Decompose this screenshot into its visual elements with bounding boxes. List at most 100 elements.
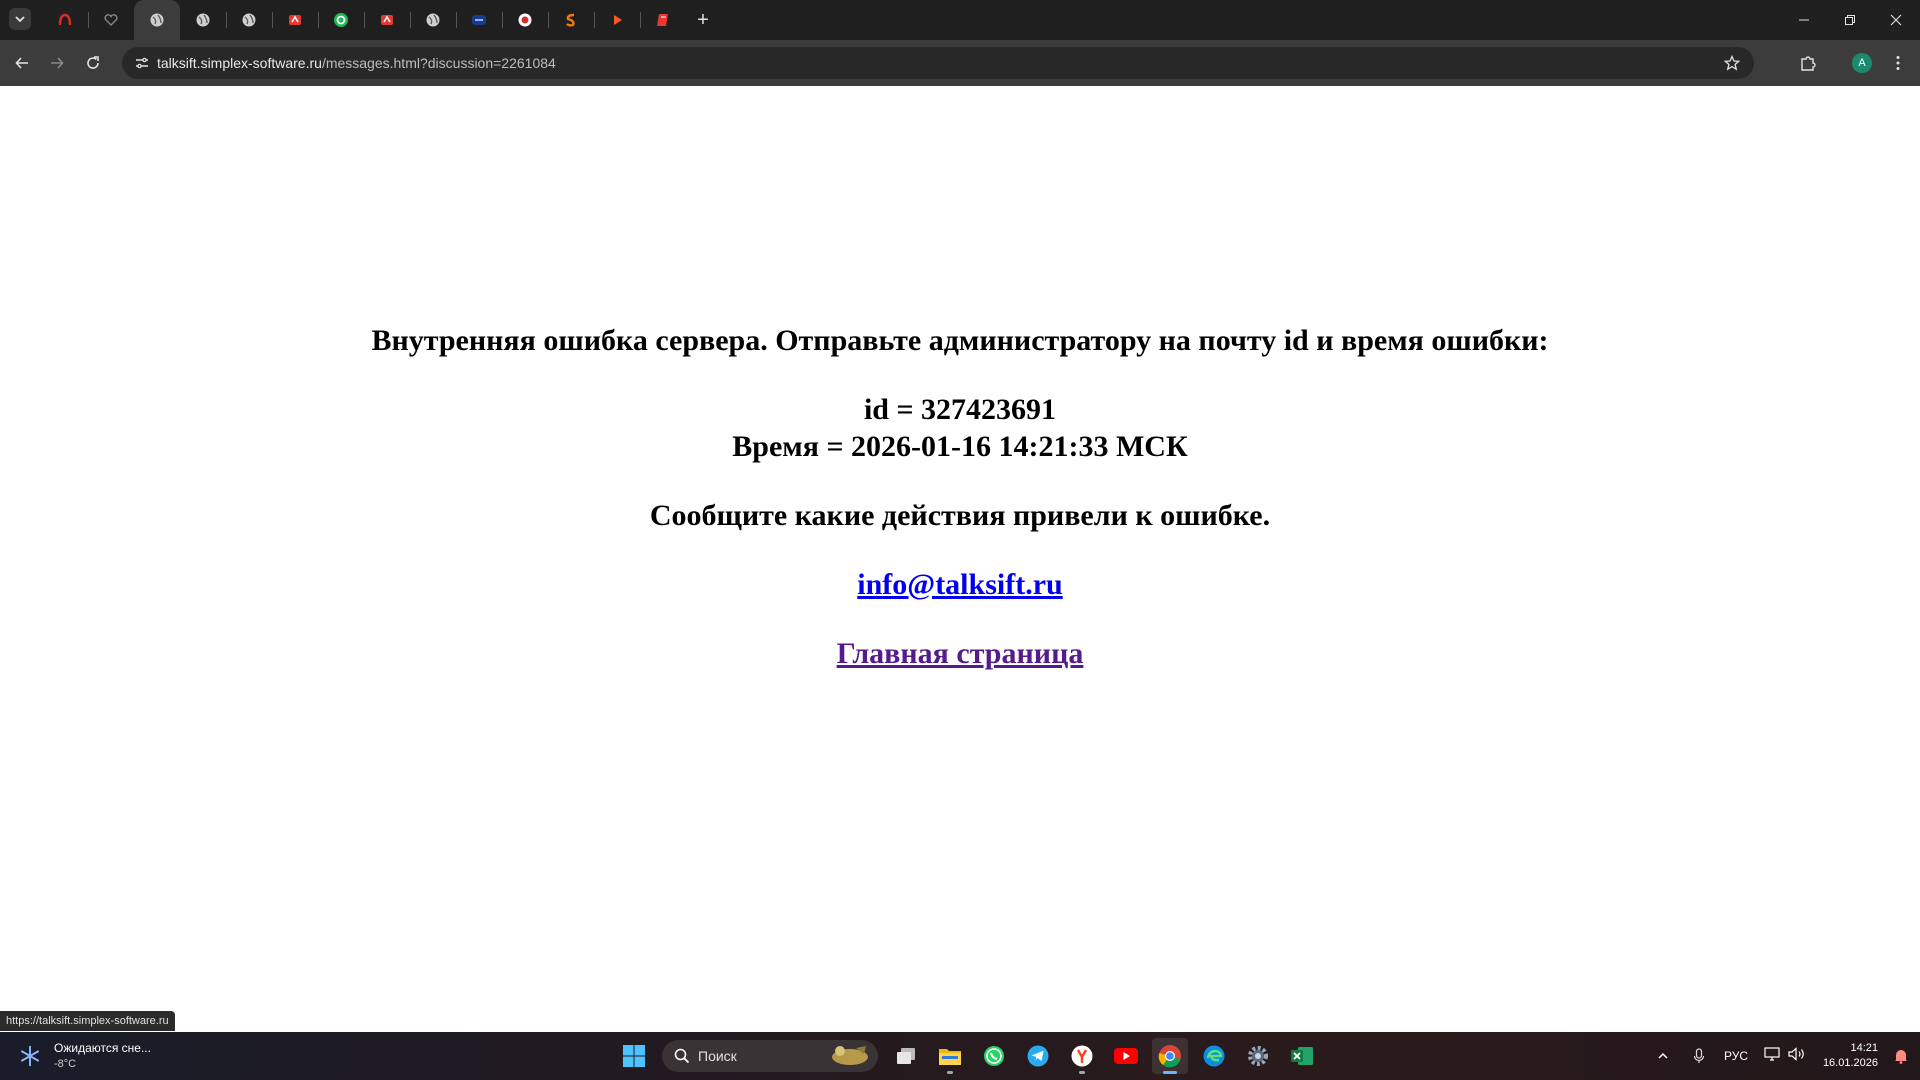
error-heading: Внутренняя ошибка сервера. Отправьте адм… [371, 324, 1549, 357]
taskbar: Ожидаются сне... -8°C Поиск РУС 14:21 16… [0, 1032, 1920, 1080]
bookmark-button[interactable] [1722, 53, 1742, 73]
record-icon [517, 12, 533, 28]
arrow-left-icon [15, 57, 28, 69]
tab-5[interactable] [226, 0, 272, 40]
tab-1[interactable] [42, 0, 88, 40]
tab-11[interactable] [502, 0, 548, 40]
close-icon [1890, 14, 1902, 26]
clock[interactable]: 14:21 16.01.2026 [1823, 1041, 1878, 1071]
edge-icon [1203, 1045, 1225, 1067]
tab-12[interactable] [548, 0, 594, 40]
tray-overflow-button[interactable] [1650, 1050, 1676, 1062]
tab-14[interactable] [640, 0, 686, 40]
microphone-icon [1693, 1048, 1705, 1063]
excel-icon [1291, 1047, 1313, 1065]
yandex-icon [1071, 1045, 1093, 1067]
green-circle-icon [333, 12, 349, 28]
chevron-up-icon [1658, 1052, 1668, 1059]
blue-badge-icon [471, 12, 487, 28]
tab-list: + [42, 0, 720, 40]
chrome-button[interactable] [1152, 1038, 1188, 1074]
page-viewport: Внутренняя ошибка сервера. Отправьте адм… [0, 86, 1920, 1032]
tab-9[interactable] [410, 0, 456, 40]
gear-icon [1248, 1046, 1268, 1066]
windows-logo-icon [623, 1045, 645, 1067]
globe-icon [149, 12, 165, 28]
youtube-icon [1114, 1048, 1138, 1064]
red-app-icon [379, 12, 395, 28]
taskbar-search[interactable]: Поиск [662, 1040, 878, 1072]
error-content: Внутренняя ошибка сервера. Отправьте адм… [0, 322, 1920, 672]
url-host: talksift.simplex-software.ru [157, 55, 322, 71]
network-button[interactable] [1764, 1046, 1780, 1066]
folder-icon [939, 1049, 961, 1065]
weather-widget[interactable]: Ожидаются сне... -8°C [18, 1040, 151, 1072]
youtube-button[interactable] [1108, 1038, 1144, 1074]
home-page-link[interactable]: Главная страница [837, 637, 1084, 670]
chrome-icon [1158, 1045, 1181, 1068]
url-path: /messages.html?discussion=2261084 [321, 55, 556, 71]
tab-7[interactable] [318, 0, 364, 40]
orange-s-icon [563, 12, 579, 28]
globe-icon [241, 12, 257, 28]
weather-title: Ожидаются сне... [54, 1041, 151, 1055]
tab-search-button[interactable] [9, 8, 31, 30]
task-view-icon [897, 1048, 915, 1064]
tab-13[interactable] [594, 0, 640, 40]
address-bar[interactable]: talksift.simplex-software.ru/messages.ht… [122, 47, 1754, 79]
chevron-down-icon [15, 16, 25, 23]
kebab-menu-icon [1896, 56, 1900, 70]
orange-play-icon [609, 12, 625, 28]
notifications-button[interactable] [1894, 1048, 1908, 1069]
puzzle-icon [1801, 56, 1816, 71]
taskbar-apps: Поиск [612, 1038, 1324, 1074]
error-time: Время = 2026-01-16 14:21:33 МСК [732, 430, 1188, 463]
snowflake-icon [20, 1046, 40, 1066]
whatsapp-button[interactable] [976, 1038, 1012, 1074]
globe-icon [425, 12, 441, 28]
restore-button[interactable] [1827, 0, 1873, 40]
tab-4[interactable] [180, 0, 226, 40]
restore-icon [1845, 15, 1855, 25]
status-bubble: https://talksift.simplex-software.ru [0, 1011, 175, 1031]
bell-icon [1895, 1050, 1907, 1064]
volume-icon [1788, 1046, 1804, 1061]
url-text[interactable]: talksift.simplex-software.ru/messages.ht… [157, 55, 556, 71]
tab-3-active[interactable] [134, 0, 180, 40]
telegram-button[interactable] [1020, 1038, 1056, 1074]
microphone-button[interactable] [1684, 1048, 1714, 1064]
language-indicator[interactable]: РУС [1724, 1049, 1748, 1063]
extensions-button[interactable] [1793, 48, 1823, 78]
red-app-icon [287, 12, 303, 28]
tab-strip: + [0, 0, 1920, 40]
menu-button[interactable] [1883, 48, 1913, 78]
site-info-button[interactable] [130, 51, 154, 75]
globe-icon [195, 12, 211, 28]
weather-temp: -8°C [54, 1058, 77, 1070]
tab-2[interactable] [88, 0, 134, 40]
telegram-icon [1027, 1045, 1049, 1067]
red-arc-icon [57, 12, 73, 28]
close-window-button[interactable] [1873, 0, 1919, 40]
minimize-button[interactable] [1781, 0, 1827, 40]
task-view-button[interactable] [888, 1038, 924, 1074]
system-tray: РУС [1650, 1032, 1806, 1080]
tab-8[interactable] [364, 0, 410, 40]
back-button[interactable] [7, 48, 37, 78]
whatsapp-icon [984, 1046, 1004, 1066]
yandex-browser-button[interactable] [1064, 1038, 1100, 1074]
profile-button[interactable]: A [1847, 48, 1877, 78]
start-button[interactable] [616, 1038, 652, 1074]
excel-button[interactable] [1284, 1038, 1320, 1074]
instruction-text: Сообщите какие действия привели к ошибке… [649, 499, 1271, 532]
email-link[interactable]: info@talksift.ru [857, 568, 1062, 601]
forward-button[interactable] [42, 48, 72, 78]
tab-6[interactable] [272, 0, 318, 40]
volume-button[interactable] [1788, 1046, 1806, 1066]
reload-button[interactable] [78, 48, 108, 78]
file-explorer-button[interactable] [932, 1038, 968, 1074]
settings-button[interactable] [1240, 1038, 1276, 1074]
edge-button[interactable] [1196, 1038, 1232, 1074]
new-tab-button[interactable]: + [686, 0, 720, 40]
tab-10[interactable] [456, 0, 502, 40]
